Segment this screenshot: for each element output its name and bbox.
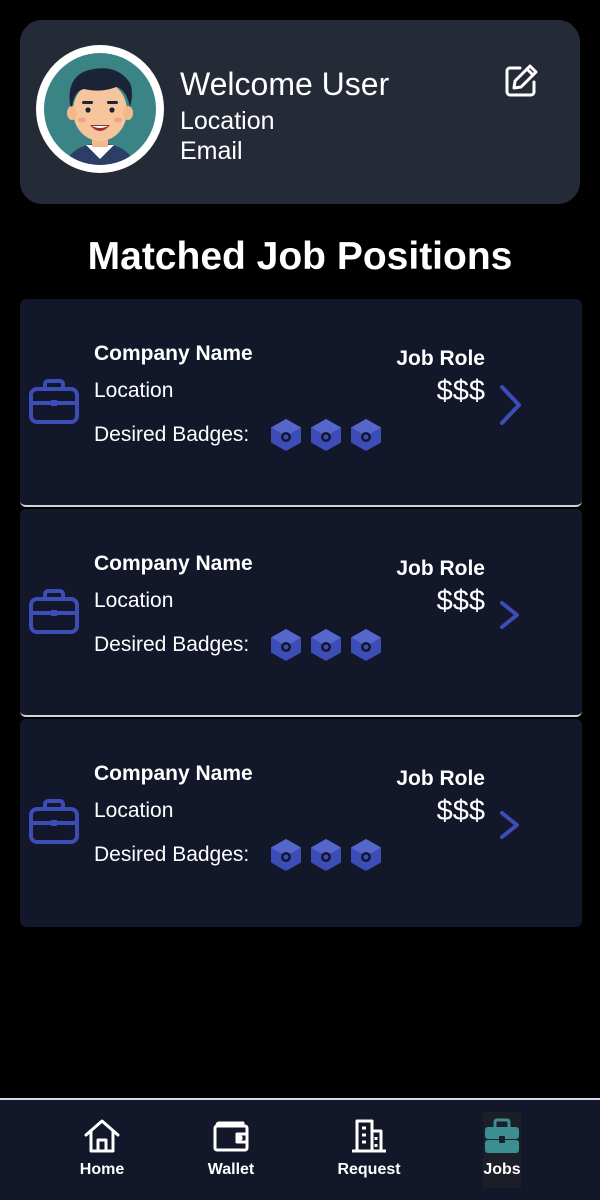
briefcase-icon (29, 799, 79, 844)
briefcase-icon (29, 589, 79, 634)
chevron-right-icon[interactable] (495, 803, 525, 847)
job-location: Location (94, 379, 174, 402)
badge-icon (271, 419, 301, 451)
edit-profile-icon[interactable] (502, 62, 540, 100)
briefcase-icon (29, 379, 79, 424)
nav-item-jobs[interactable]: Jobs (452, 1112, 552, 1188)
chevron-right-icon[interactable] (495, 593, 525, 637)
company-name: Company Name (94, 342, 253, 365)
bottom-nav: Home Wallet Request Jobs (0, 1098, 600, 1200)
badge-icon (311, 629, 341, 661)
nav-label: Home (79, 1161, 125, 1178)
nav-label: Jobs (483, 1161, 521, 1178)
badge-icon (271, 629, 301, 661)
jobs-screen: Welcome User Location Email Matched Job … (0, 0, 600, 1200)
nav-item-wallet[interactable]: Wallet (181, 1112, 281, 1188)
avatar (36, 45, 164, 173)
home-icon (84, 1119, 120, 1153)
job-role: Job Role (396, 767, 485, 790)
profile-location: Location (180, 107, 275, 135)
salary: $$$ (436, 795, 485, 827)
nav-label: Request (337, 1161, 401, 1178)
badge-icon (351, 419, 381, 451)
nav-label: Wallet (207, 1161, 255, 1178)
desired-badges-label: Desired Badges: (94, 423, 250, 446)
job-location: Location (94, 799, 174, 822)
badge-icon (311, 839, 341, 871)
profile-email: Email (180, 137, 243, 165)
job-role: Job Role (396, 557, 485, 580)
briefcase-icon (485, 1118, 519, 1153)
job-location: Location (94, 589, 174, 612)
chevron-right-icon[interactable] (495, 383, 525, 427)
wallet-icon (213, 1121, 249, 1152)
salary: $$$ (436, 585, 485, 617)
salary: $$$ (436, 375, 485, 407)
page-title: Matched Job Positions (87, 235, 513, 278)
badge-icon (351, 629, 381, 661)
nav-item-home[interactable]: Home (52, 1112, 152, 1188)
badge-icon (351, 839, 381, 871)
badge-icon (271, 839, 301, 871)
desired-badges-label: Desired Badges: (94, 633, 250, 656)
job-role: Job Role (396, 347, 485, 370)
company-name: Company Name (94, 552, 253, 575)
badge-icon (311, 419, 341, 451)
company-name: Company Name (94, 762, 253, 785)
welcome-text: Welcome User (180, 66, 390, 102)
profile-card: Welcome User Location Email (20, 20, 580, 204)
job-card[interactable]: Company Name Location Desired Badges: Jo… (20, 719, 582, 927)
desired-badges-label: Desired Badges: (94, 843, 250, 866)
building-icon (352, 1119, 386, 1153)
job-card[interactable]: Company Name Location Desired Badges: Jo… (20, 299, 582, 507)
nav-item-request[interactable]: Request (319, 1112, 419, 1188)
job-card[interactable]: Company Name Location Desired Badges: Jo… (20, 509, 582, 717)
